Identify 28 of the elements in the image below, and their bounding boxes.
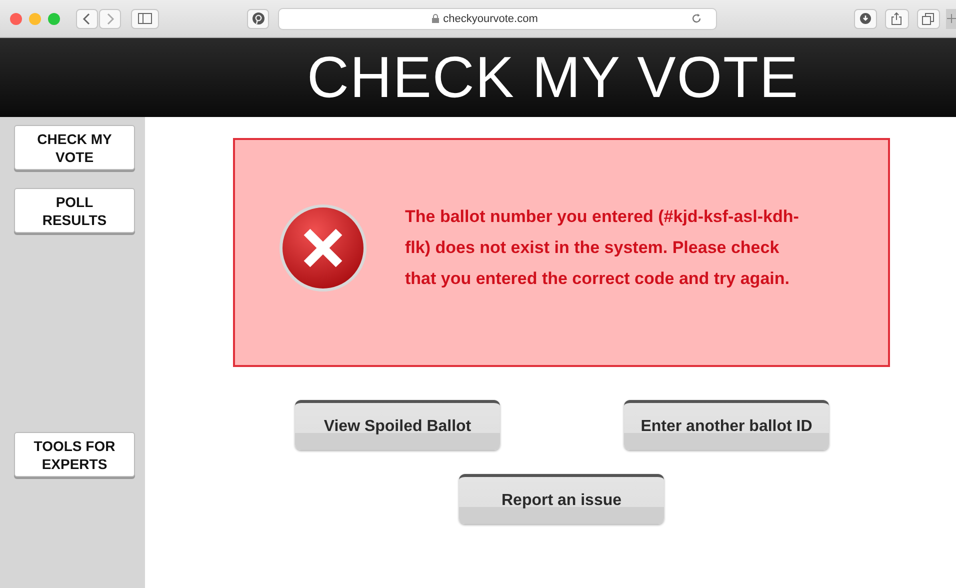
action-button[interactable]: Enter another ballot ID xyxy=(624,400,829,450)
sidebar-button[interactable]: TOOLS FOR EXPERTS xyxy=(14,432,135,477)
url-text: checkyourvote.com xyxy=(443,12,538,24)
action-button[interactable]: View Spoiled Ballot xyxy=(295,400,500,450)
share-button[interactable] xyxy=(885,8,909,28)
sidebar-toggle-button[interactable] xyxy=(131,8,160,28)
download-button[interactable] xyxy=(854,8,878,28)
download-icon xyxy=(860,13,872,24)
new-tab-button[interactable] xyxy=(946,8,956,28)
site-title: CHECK MY VOTE xyxy=(306,44,800,111)
pin-button[interactable] xyxy=(247,8,270,28)
tabs-icon xyxy=(922,12,934,24)
tabs-button[interactable] xyxy=(916,8,940,28)
address-bar[interactable]: checkyourvote.com xyxy=(278,8,717,30)
error-icon xyxy=(279,204,367,292)
share-icon xyxy=(891,12,902,25)
plus-icon xyxy=(946,14,956,23)
forward-chevron-icon xyxy=(105,12,115,24)
sidebar-button[interactable]: CHECK MY VOTE xyxy=(14,125,135,170)
sidebar-button[interactable]: POLL RESULTS xyxy=(14,188,135,233)
reload-icon[interactable] xyxy=(690,13,702,24)
pin-icon xyxy=(252,12,265,25)
lock-icon xyxy=(432,14,440,23)
sidebar-icon xyxy=(138,13,152,24)
error-message: The ballot number you entered (#kjd-ksf-asl-kdh-flk) does not exist in the system. Please check that you entered the correct code and try again. xyxy=(405,206,800,290)
action-button[interactable]: Report an issue xyxy=(459,474,664,524)
back-chevron-icon xyxy=(82,12,92,24)
back-button[interactable] xyxy=(76,8,98,28)
